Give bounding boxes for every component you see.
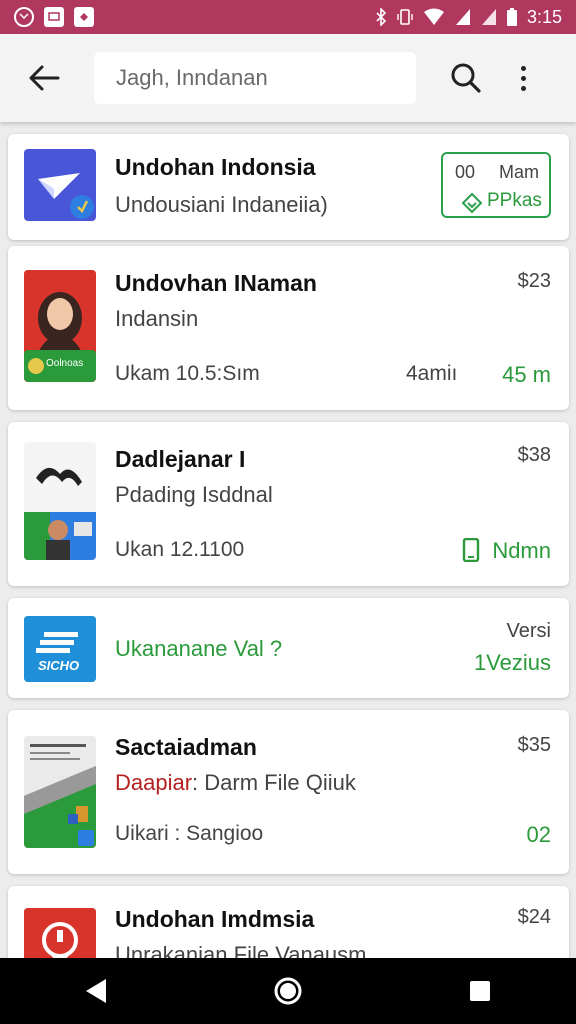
search-icon [451,63,481,93]
search-button[interactable] [446,58,486,98]
item-title: Dadlejanar I [115,446,246,472]
item-price: $24 [517,906,551,928]
item-status: Ndmn [492,538,551,563]
icon-text: SICHO [38,658,80,673]
swoosh-logo-icon [24,442,96,560]
circle-home-icon [274,977,302,1005]
install-badge[interactable]: 00 Mam PPkas [441,152,551,218]
item-title: Undohan Indonsia [115,154,316,180]
wifi-icon [423,8,444,25]
version-label: Versi [506,620,551,642]
item-price: $23 [517,270,551,292]
diamond-icon [461,192,483,214]
search-input[interactable]: Jagh, Inndanan [94,52,416,104]
system-nav-bar [0,958,576,1024]
subtitle-prefix: Daapiar [115,770,193,795]
battery-icon [506,8,517,26]
clock: 3:15 [526,6,562,27]
list-item[interactable]: Oolnoas Undovhan INaman Indansin Ukam 10… [8,246,569,410]
subtitle-rest: : Darm File Qiiuk [192,770,356,795]
signal-icon [481,9,496,25]
item-meta: Uikari : Sangioo [115,822,264,845]
list-item[interactable]: Sactaiadman Daapiar: Darm File Qiiuk Uik… [8,710,569,874]
arrow-left-icon [29,65,60,91]
item-price: $35 [517,734,551,756]
badge-label: Mam [499,162,539,182]
item-meta: Ukan 12.1100 [115,538,245,561]
document-icon [24,736,96,848]
nav-recents-button[interactable] [450,961,510,1021]
profile-photo-icon: Oolnoas [24,270,96,382]
list-item[interactable]: Undohan Indonsia Undousiani Indaneiia) 0… [8,134,569,240]
item-price: $38 [517,444,551,466]
more-dot [520,75,526,81]
list-item[interactable]: Dadlejanar I Pdading Isddnal Ukan 12.110… [8,422,569,586]
item-count: 02 [526,822,551,847]
square-recents-icon [470,981,490,1001]
more-dot [520,85,526,91]
icon-badge: Oolnoas [46,358,84,369]
gmail-icon [14,7,34,27]
back-button[interactable] [24,58,64,98]
vibrate-icon [397,9,413,25]
item-subtitle: Undousiani Indaneiia) [115,192,328,217]
item-subtitle: Indansin [115,306,199,331]
badge-count: 00 [455,162,476,182]
nav-home-button[interactable] [258,961,318,1021]
signal-icon [455,9,470,25]
app-bar: Jagh, Inndanan [0,34,576,122]
nav-back-button[interactable] [66,961,126,1021]
plane-icon [24,149,96,221]
item-subtitle: Ukananane Val ? [115,636,283,661]
more-dot [520,65,526,71]
item-subtitle: Pdading Isddnal [115,482,273,507]
phone-icon [462,538,480,562]
more-options-button[interactable] [508,58,538,98]
triangle-back-icon [86,979,106,1003]
item-duration: 45 m [502,362,551,387]
item-title: Undohan Imdmsia [115,906,315,932]
message-icon [44,7,64,27]
search-placeholder: Jagh, Inndanan [116,65,268,90]
flipboard-icon [74,7,94,27]
item-title: Sactaiadman [115,734,257,760]
shield-logo-icon: SICHO [24,616,96,682]
list-item[interactable]: SICHO Ukananane Val ? Versi 1Vezius [8,598,569,698]
item-title: Undovhan INaman [115,270,317,296]
item-meta: Ukam 10.5:Sım [115,362,260,385]
version-value: 1Vezius [473,650,551,675]
item-size: 4amiı [406,362,458,385]
item-subtitle: Daapiar: Darm File Qiiuk [115,770,356,796]
bluetooth-icon [376,8,387,26]
badge-action: PPkas [487,190,542,211]
status-bar: 3:15 [0,0,576,34]
